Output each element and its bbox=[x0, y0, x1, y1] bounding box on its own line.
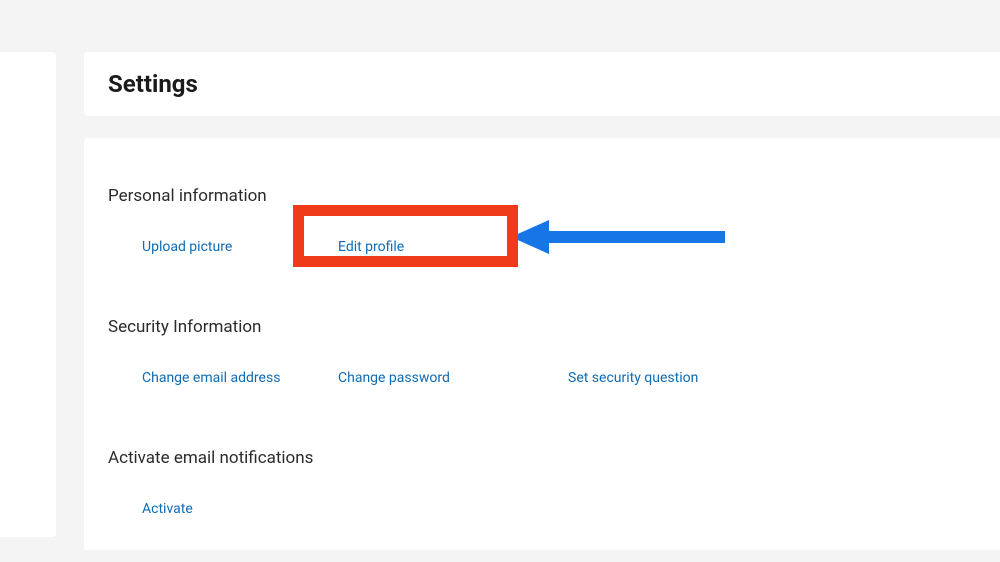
section-heading-notifications: Activate email notifications bbox=[108, 448, 976, 468]
email-notifications-section: Activate email notifications Activate bbox=[108, 448, 976, 519]
change-password-link[interactable]: Change password bbox=[338, 368, 450, 388]
security-links-row: Change email address Change password Set… bbox=[108, 367, 976, 388]
edit-profile-link[interactable]: Edit profile bbox=[338, 237, 404, 257]
security-information-section: Security Information Change email addres… bbox=[108, 317, 976, 388]
page-title: Settings bbox=[108, 70, 198, 98]
personal-links-row: Upload picture Edit profile bbox=[108, 236, 976, 257]
sidebar-segment bbox=[0, 321, 56, 423]
notifications-links-row: Activate bbox=[108, 498, 976, 519]
settings-content-card: Personal information Upload picture Edit… bbox=[84, 138, 1000, 550]
change-email-link[interactable]: Change email address bbox=[142, 368, 280, 388]
set-security-question-link[interactable]: Set security question bbox=[568, 368, 698, 388]
section-heading-security: Security Information bbox=[108, 317, 976, 337]
upload-picture-link[interactable]: Upload picture bbox=[142, 237, 232, 257]
activate-notifications-link[interactable]: Activate bbox=[142, 499, 193, 519]
section-heading-personal: Personal information bbox=[108, 186, 976, 206]
personal-information-section: Personal information Upload picture Edit… bbox=[108, 186, 976, 257]
left-sidebar bbox=[0, 52, 56, 537]
sidebar-segment bbox=[0, 437, 56, 537]
settings-header-card: Settings bbox=[84, 52, 1000, 116]
sidebar-segment bbox=[0, 52, 56, 307]
